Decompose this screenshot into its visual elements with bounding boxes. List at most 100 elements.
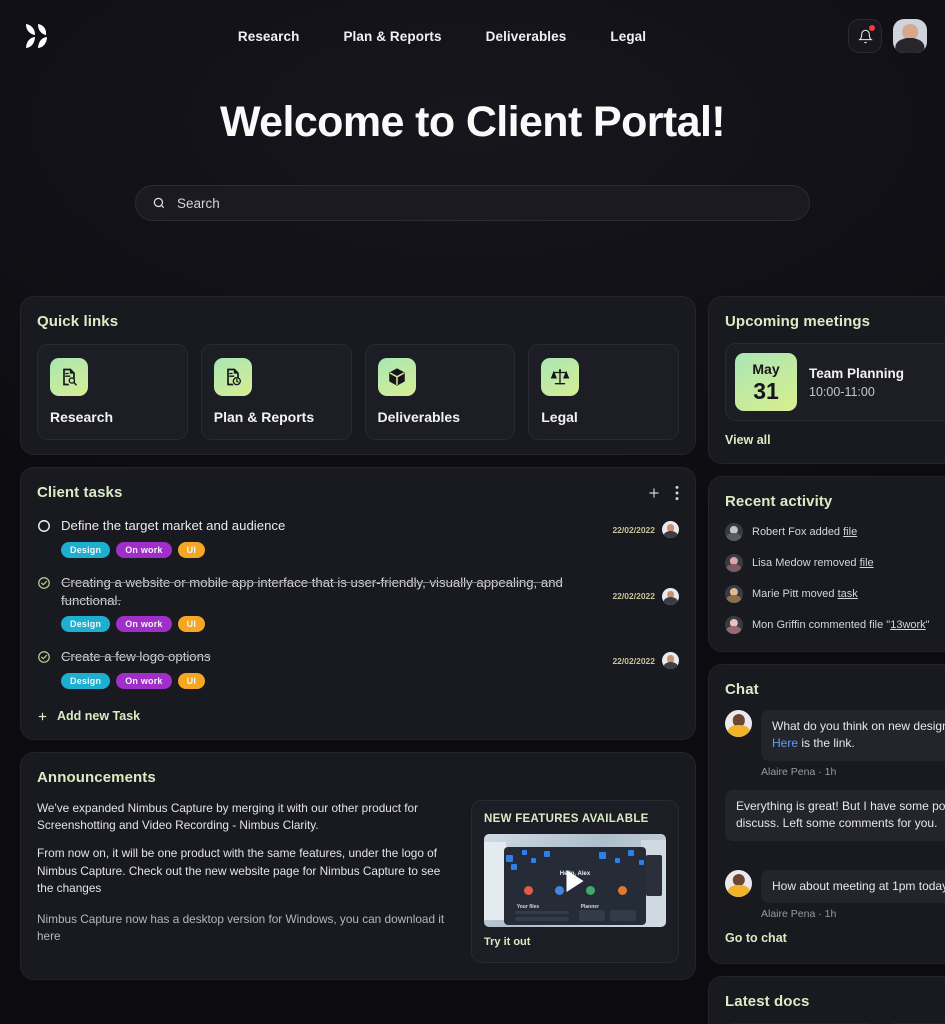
status-badge: UI [177,616,206,633]
task-title: Creating a website or mobile app interfa… [61,574,563,608]
task-checkbox[interactable] [37,576,51,590]
latest-docs-title: Latest docs [725,992,810,1010]
upcoming-meetings-card: Upcoming meetings May 31 Team Planning 1… [708,296,945,464]
avatar [725,869,752,897]
task-checkbox[interactable] [37,650,51,664]
announcements-body: We've expanded Nimbus Capture by merging… [37,800,453,963]
add-task-button[interactable] [647,486,661,500]
thumb-decor [484,841,506,920]
latest-docs-card: Latest docs Agreement.pdf [708,975,945,1024]
activity-text: Marie Pitt moved task [752,588,858,600]
left-column: Quick links Research Plan & Reports Deli… [20,296,696,1024]
client-tasks-card: Client tasks Define the target market an… [20,467,696,741]
try-it-out-link[interactable]: Try it out [484,936,530,948]
top-header: Research Plan & Reports Deliverables Leg… [0,0,945,72]
activity-link[interactable]: task [838,588,858,600]
tasks-more-button[interactable] [675,485,679,501]
scales-icon [541,358,580,396]
task-title: Define the target market and audience [61,518,286,533]
task-title: Create a few logo options [61,649,211,665]
page-title: Welcome to Client Portal! [219,98,726,146]
client-tasks-title: Client tasks [37,484,123,501]
chat-bubble: What do you think on new design options?… [761,710,945,761]
status-badge: UI [177,541,206,558]
announcement-footnote: Nimbus Capture now has a desktop version… [37,911,445,943]
list-item[interactable]: Marie Pitt moved task 12:00 June 12 [725,585,945,603]
nav-item-research[interactable]: Research [238,29,300,44]
quick-link-legal[interactable]: Legal [528,344,679,440]
client-portal-page: Research Plan & Reports Deliverables Leg… [0,0,945,1024]
go-to-chat-link[interactable]: Go to chat [725,931,787,945]
add-new-task-button[interactable]: Add new Task [37,709,679,723]
promo-title: NEW FEATURES AVAILABLE [484,813,649,826]
chat-message: Everything is great! But I have some poi… [725,789,945,858]
task-tags: Design On work UI [61,673,602,690]
avatar [725,710,752,737]
search-input[interactable] [177,195,793,211]
chat-bubble: How about meeting at 1pm today? [761,869,945,903]
table-row[interactable]: Define the target market and audience De… [37,517,679,558]
status-badge: Design [61,673,111,690]
status-badge: UI [177,673,206,690]
upcoming-meetings-title: Upcoming meetings [725,313,871,330]
nav-item-plan-reports[interactable]: Plan & Reports [343,29,441,44]
quick-link-label: Plan & Reports [213,409,315,425]
notification-badge [869,25,875,31]
list-item[interactable]: Lisa Medow removed file 12:30 June 12 [725,554,945,572]
avatar [725,585,743,603]
task-checkbox[interactable] [37,519,51,533]
chat-title: Chat [725,681,759,698]
thumb-files-label: Your files [516,903,540,910]
promo-video-thumbnail[interactable]: Hello, Alex Your files Planner [484,834,666,928]
meeting-time: 10:00-11:00 [809,384,875,399]
document-clock-icon [213,358,252,396]
chat-message: What do you think on new design options?… [725,710,945,778]
activity-text: Mon Griffin commented file "13work" [752,619,930,631]
chat-meta: Alaire Pena · 1h [761,907,837,920]
task-assignee-avatar [662,587,679,605]
task-assignee-avatar [662,652,679,670]
activity-text: Robert Fox added file [752,526,858,538]
activity-link[interactable]: file [860,557,874,569]
activity-link[interactable]: file [843,526,857,538]
quick-links-title: Quick links [37,313,119,330]
activity-link[interactable]: 13work [890,619,925,631]
notifications-button[interactable] [848,19,882,53]
status-badge: Design [61,616,111,633]
status-badge: On work [116,541,172,558]
task-date: 22/02/2022 [612,591,655,602]
table-row[interactable]: Creating a website or mobile app interfa… [37,574,679,633]
hero-section: Welcome to Client Portal! [0,72,945,221]
right-column: Upcoming meetings May 31 Team Planning 1… [708,296,945,1024]
announcement-paragraph: We've expanded Nimbus Capture by merging… [37,801,419,833]
status-badge: Design [61,541,111,558]
announcements-title: Announcements [37,769,156,787]
list-item[interactable]: Mon Griffin commented file "13work" 11:0… [725,616,945,634]
dashboard-grid: Quick links Research Plan & Reports Deli… [20,296,945,1024]
chat-link[interactable]: Here [772,736,798,750]
chat-card: Chat What do you think on new design opt… [708,664,945,964]
avatar [725,523,743,541]
list-item[interactable]: Robert Fox added file 12:32 June 12 [725,523,945,541]
quick-link-label: Deliverables [377,409,461,425]
more-vertical-icon [675,485,679,500]
announcements-card: Announcements We've expanded Nimbus Capt… [20,752,696,981]
quick-link-research[interactable]: Research [37,344,188,440]
avatar[interactable] [893,19,927,53]
meetings-view-all-link[interactable]: View all [725,433,771,447]
add-new-task-label: Add new Task [57,709,141,724]
search-bar[interactable] [135,185,810,221]
chat-bubble: Everything is great! But I have some poi… [725,789,945,841]
plus-icon [38,712,47,721]
list-item[interactable]: May 31 Team Planning 10:00-11:00 [725,343,945,421]
quick-link-plan-reports[interactable]: Plan & Reports [200,344,352,440]
status-badge: On work [116,616,172,633]
task-tags: Design On work UI [61,541,602,558]
quick-link-deliverables[interactable]: Deliverables [364,344,516,440]
play-icon [566,869,584,892]
nav-item-deliverables[interactable]: Deliverables [486,29,567,44]
announcement-paragraph: From now on, it will be one product with… [37,846,441,895]
nav-item-legal[interactable]: Legal [610,29,646,44]
table-row[interactable]: Create a few logo options Design On work… [37,648,679,690]
task-date: 22/02/2022 [612,655,655,666]
